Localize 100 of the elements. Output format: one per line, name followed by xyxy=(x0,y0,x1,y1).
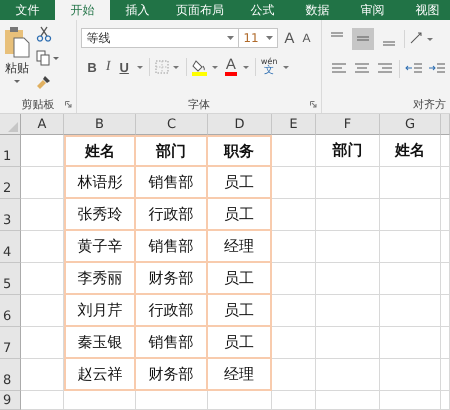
table-cell: 李秀丽 xyxy=(64,263,136,295)
row-header[interactable]: 4 xyxy=(3,245,12,260)
underline-button[interactable]: U xyxy=(117,60,131,74)
column-header[interactable]: C xyxy=(166,116,176,132)
table-cell: 销售部 xyxy=(136,167,208,199)
table-cell xyxy=(316,359,380,391)
group-label: 剪贴板 xyxy=(22,96,55,112)
bold-button[interactable]: B xyxy=(85,60,99,74)
table-cell xyxy=(380,359,441,391)
table-cell: 员工 xyxy=(208,167,272,199)
row-header[interactable]: 5 xyxy=(3,277,12,292)
table-cell: 姓名 xyxy=(380,135,441,167)
group-label: 对齐方 xyxy=(413,96,446,112)
ribbon-tab[interactable]: 插入 xyxy=(110,0,165,20)
scissors-icon[interactable] xyxy=(36,26,52,42)
table-cell xyxy=(21,231,64,263)
row-header[interactable]: 2 xyxy=(3,181,12,196)
row-header[interactable]: 3 xyxy=(3,213,12,228)
table-cell: 行政部 xyxy=(136,295,208,327)
row-header[interactable]: 8 xyxy=(3,373,12,388)
table-cell: 销售部 xyxy=(136,231,208,263)
table-cell: 刘月芹 xyxy=(64,295,136,327)
row-header[interactable]: 7 xyxy=(3,341,12,356)
ribbon-tab[interactable]: 文件 xyxy=(0,0,55,20)
table-cell xyxy=(441,263,450,295)
ribbon-tab[interactable]: 数据 xyxy=(290,0,345,20)
column-header[interactable]: D xyxy=(234,116,244,132)
ribbon-tab[interactable]: 视图 xyxy=(400,0,450,20)
align-lines-icon xyxy=(330,32,344,36)
table-cell xyxy=(272,199,316,231)
dialog-launcher-icon[interactable] xyxy=(310,101,317,108)
table-cell xyxy=(441,167,450,199)
table-cell xyxy=(316,231,380,263)
table-cell: 赵云祥 xyxy=(64,359,136,391)
table-cell: 部门 xyxy=(316,135,380,167)
table-cell xyxy=(272,295,316,327)
table-cell xyxy=(441,199,450,231)
font-size-field[interactable]: 11 xyxy=(238,28,278,48)
copy-icon[interactable] xyxy=(36,50,60,66)
table-cell xyxy=(208,391,272,410)
table-cell: 林语彤 xyxy=(64,167,136,199)
ribbon-tab[interactable]: 审阅 xyxy=(345,0,400,20)
table-cell: 姓名 xyxy=(64,135,136,167)
ribbon-tab[interactable]: 开始 xyxy=(55,0,110,20)
table-cell: 秦玉银 xyxy=(64,327,136,359)
caret-icon xyxy=(136,64,144,70)
table-cell xyxy=(441,231,450,263)
borders-icon[interactable] xyxy=(154,60,181,74)
table-cell: 财务部 xyxy=(136,359,208,391)
align-lines-icon xyxy=(382,42,396,46)
table-cell xyxy=(21,167,64,199)
paste-button[interactable]: 粘贴 xyxy=(4,24,30,95)
ribbon-tab[interactable]: 页面布局 xyxy=(165,0,235,20)
font-name-field[interactable]: 等线 xyxy=(81,28,240,48)
table-cell: 销售部 xyxy=(136,327,208,359)
caret-icon xyxy=(242,64,250,70)
column-header[interactable]: F xyxy=(344,116,352,132)
format-painter-icon[interactable] xyxy=(36,74,52,90)
table-cell xyxy=(316,167,380,199)
table-cell xyxy=(21,263,64,295)
row-header[interactable]: 6 xyxy=(3,309,12,324)
table-cell xyxy=(21,135,64,167)
table-cell xyxy=(21,391,64,410)
row-header[interactable]: 1 xyxy=(3,149,12,164)
column-header[interactable]: A xyxy=(38,116,46,132)
table-cell xyxy=(272,263,316,295)
table-cell: 张秀玲 xyxy=(64,199,136,231)
table-cell xyxy=(380,199,441,231)
table-cell xyxy=(316,327,380,359)
column-header[interactable]: G xyxy=(404,116,416,132)
table-cell: 员工 xyxy=(208,327,272,359)
column-header[interactable]: B xyxy=(95,116,104,132)
caret-icon xyxy=(282,64,290,70)
table-cell: 部门 xyxy=(136,135,208,167)
table-cell xyxy=(316,263,380,295)
table-cell xyxy=(272,231,316,263)
align-lines-icon xyxy=(356,36,370,40)
table-cell: 员工 xyxy=(208,263,272,295)
table-cell xyxy=(21,327,64,359)
grow-font-button[interactable]: A xyxy=(282,30,296,46)
table-cell xyxy=(380,295,441,327)
column-header[interactable]: E xyxy=(289,116,298,132)
dialog-launcher-icon[interactable] xyxy=(65,101,72,108)
font-color-button[interactable]: A xyxy=(224,58,237,76)
fill-color-icon[interactable] xyxy=(192,58,220,76)
table-cell xyxy=(21,295,64,327)
ribbon-tab[interactable]: 公式 xyxy=(235,0,290,20)
table-cell xyxy=(272,359,316,391)
caret-icon xyxy=(266,36,274,40)
phonetic-button[interactable]: wén 文 xyxy=(260,58,278,76)
table-cell xyxy=(272,167,316,199)
shrink-font-button[interactable]: A xyxy=(300,31,312,45)
vertical-align-button[interactable] xyxy=(352,28,374,50)
table-cell xyxy=(441,359,450,391)
table-cell xyxy=(441,391,450,410)
table-cell xyxy=(380,231,441,263)
table-cell: 行政部 xyxy=(136,199,208,231)
table-cell xyxy=(441,327,450,359)
table-cell xyxy=(380,263,441,295)
italic-button[interactable]: I xyxy=(104,59,112,75)
